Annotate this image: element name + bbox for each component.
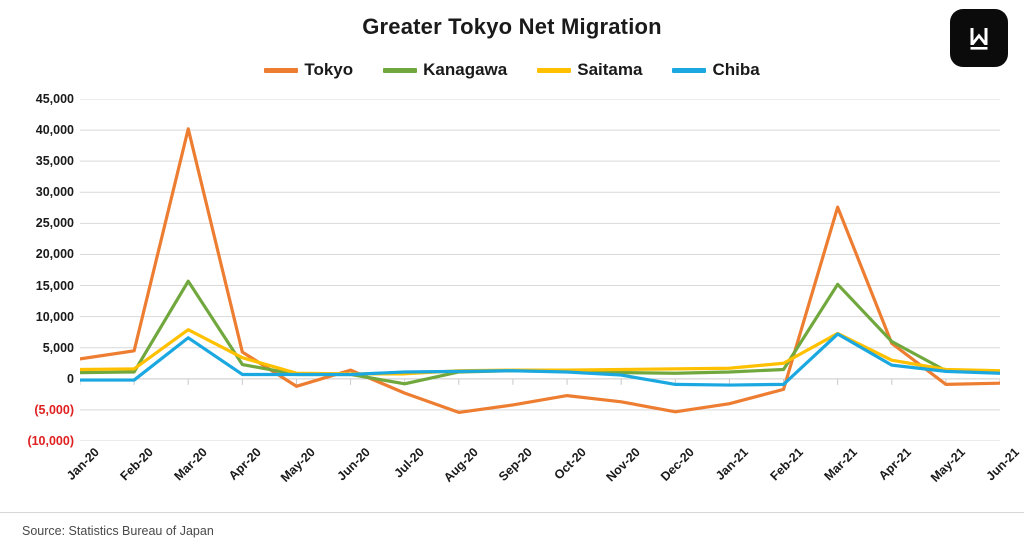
x-axis-tick-label: Sep-20 [495, 445, 535, 484]
series-line-kanagawa [80, 279, 1000, 386]
x-axis-tick-label: Mar-20 [171, 445, 211, 484]
chart-figure: Greater Tokyo Net Migration Tokyo Kanagaw… [0, 0, 1024, 557]
x-axis-tick-label: Jan-20 [63, 445, 102, 483]
y-axis-tick-label: (10,000) [27, 434, 74, 448]
x-axis-tick-label: Apr-20 [226, 445, 265, 483]
x-axis-tick-label: Dec-20 [658, 445, 698, 484]
legend-item-kanagawa[interactable]: Kanagawa [383, 60, 507, 80]
chart-legend: Tokyo Kanagawa Saitama Chiba [0, 60, 1024, 80]
legend-label-kanagawa: Kanagawa [423, 60, 508, 79]
page-title: Greater Tokyo Net Migration [362, 14, 662, 39]
x-axis-tick-label: Feb-21 [767, 445, 806, 484]
x-axis-tick-label: Apr-21 [875, 445, 914, 483]
legend-swatch-kanagawa [383, 67, 418, 73]
y-axis-tick-label: 15,000 [35, 278, 74, 293]
legend-swatch-saitama [537, 67, 572, 73]
legend-item-chiba[interactable]: Chiba [672, 60, 760, 80]
x-axis-tick-label: Feb-20 [117, 445, 157, 484]
y-axis-tick-label: (5,000) [34, 402, 74, 417]
legend-item-saitama[interactable]: Saitama [537, 60, 642, 80]
legend-label-saitama: Saitama [577, 60, 643, 79]
x-axis-tick-label: Jan-21 [713, 445, 752, 483]
legend-label-tokyo: Tokyo [304, 60, 354, 79]
series-line-chiba [80, 332, 1000, 387]
x-axis-tick-label: May-20 [278, 445, 319, 485]
x-axis-tick-label: Mar-21 [821, 445, 860, 484]
y-axis-tick-label: 10,000 [35, 309, 74, 324]
legend-swatch-tokyo [264, 67, 299, 73]
footer-divider [0, 512, 1024, 513]
y-axis-tick-label: 0 [67, 371, 74, 386]
y-axis-tick-label: 40,000 [35, 123, 74, 138]
x-axis: Jan-20 Feb-20 Mar-20 Apr-20 May-20 Jun-20 Jul-… [64, 443, 1022, 513]
plot-svg [80, 99, 1000, 441]
x-axis-tick-label: Jul-20 [391, 445, 427, 481]
x-axis-tick-label: Jun-21 [983, 445, 1022, 484]
y-axis-tick-label: 25,000 [35, 216, 74, 231]
y-axis-tick-label: 5,000 [42, 340, 74, 355]
y-axis: 45,000 40,000 35,000 30,000 25,000 20,000 15,0… [0, 92, 74, 448]
y-axis-tick-label: 30,000 [35, 185, 74, 200]
series-line-saitama [80, 328, 1000, 376]
legend-item-tokyo[interactable]: Tokyo [264, 60, 353, 80]
legend-swatch-chiba [672, 67, 707, 73]
y-axis-tick-label: 35,000 [35, 154, 74, 169]
x-axis-tick-label: May-21 [927, 445, 968, 485]
plot-area [80, 99, 1000, 441]
brand-logo-icon [950, 9, 1008, 67]
source-note: Source: Statistics Bureau of Japan [22, 524, 214, 538]
x-axis-tick-label: Oct-20 [551, 445, 589, 483]
x-axis-tick-label: Nov-20 [603, 445, 644, 485]
x-axis-tick-label: Jun-20 [334, 445, 373, 484]
y-axis-tick-label: 20,000 [35, 247, 74, 262]
y-axis-tick-label: 45,000 [35, 92, 74, 106]
legend-label-chiba: Chiba [712, 60, 760, 79]
x-axis-tick-label: Aug-20 [440, 445, 481, 485]
